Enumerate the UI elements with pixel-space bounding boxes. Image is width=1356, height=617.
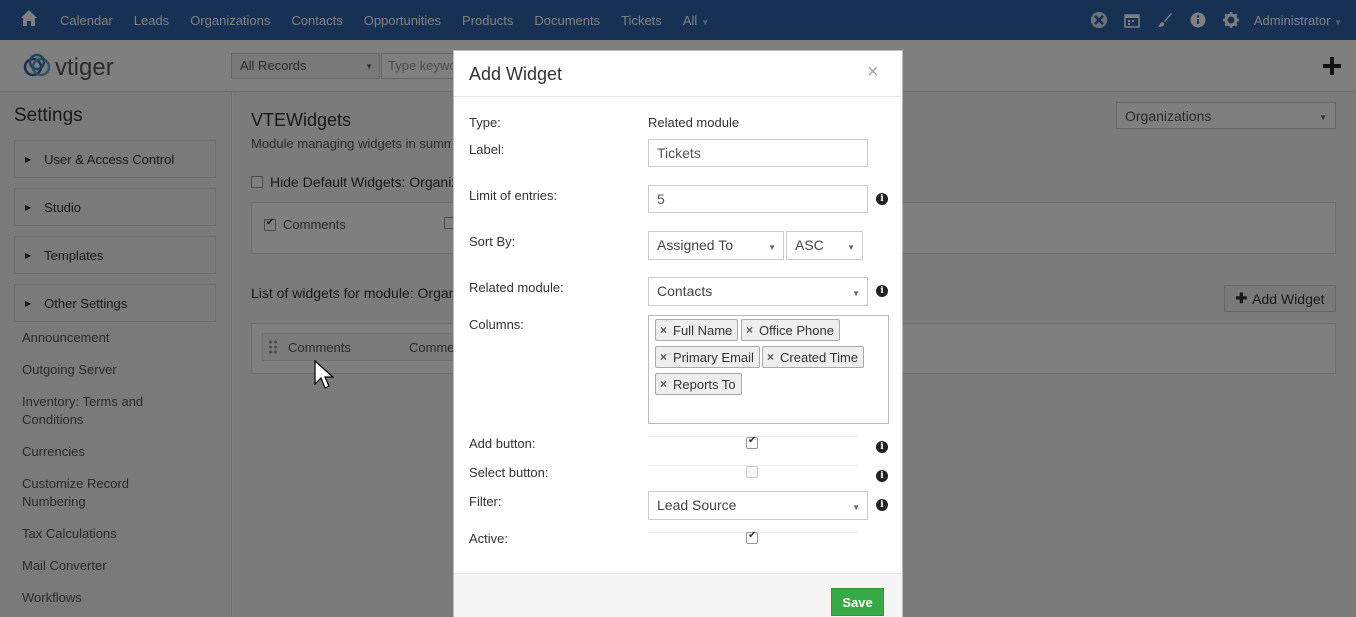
chevron-down-icon: ▼ [852,503,860,512]
remove-tag-icon[interactable]: × [767,350,774,364]
label-input-value: Tickets [657,145,701,161]
columns-label: Columns: [469,317,524,332]
active-label: Active: [469,531,509,546]
chevron-down-icon: ▼ [768,243,776,252]
type-label: Type: [469,115,501,130]
active-checkbox[interactable] [746,530,758,544]
filter-label: Filter: [469,494,502,509]
select-button-checkbox[interactable] [746,466,758,478]
column-tag-label: Full Name [673,322,733,338]
type-value: Related module [648,115,740,130]
limit-input[interactable]: 5 [648,185,868,213]
chevron-down-icon: ▼ [852,289,860,298]
select-button-label: Select button: [469,465,549,480]
chevron-down-icon: ▼ [847,243,855,252]
filter-select[interactable]: Lead Source ▼ [648,491,868,520]
sort-order-select[interactable]: ASC ▼ [786,231,863,260]
column-tag-primary-email: × Primary Email [655,346,760,368]
related-module-value: Contacts [657,283,713,299]
modal-footer: Save [454,573,902,617]
info-icon[interactable]: i [876,441,888,453]
column-tag-created-time: × Created Time [762,346,865,368]
modal-title: Add Widget [469,64,563,84]
column-tag-label: Created Time [780,349,859,365]
info-icon[interactable]: i [876,499,888,511]
close-icon[interactable]: × [867,61,879,84]
limit-input-value: 5 [657,191,665,207]
label-label: Label: [469,142,505,157]
label-input[interactable]: Tickets [648,139,868,167]
info-icon[interactable]: i [876,193,888,205]
sort-order-value: ASC [795,237,824,253]
add-button-checkbox[interactable] [746,435,758,449]
remove-tag-icon[interactable]: × [660,377,667,391]
column-tag-label: Reports To [673,376,736,392]
column-tag-label: Primary Email [673,349,754,365]
remove-tag-icon[interactable]: × [660,350,667,364]
related-module-select[interactable]: Contacts ▼ [648,277,868,306]
limit-label: Limit of entries: [469,188,558,203]
remove-tag-icon[interactable]: × [746,323,753,337]
filter-value: Lead Source [657,497,737,513]
related-module-label: Related module: [469,280,564,295]
sort-label: Sort By: [469,234,516,249]
info-icon[interactable]: i [876,470,888,482]
modal-header: Add Widget × [454,51,902,97]
column-tag-office-phone: × Office Phone [741,319,840,341]
column-tag-full-name: × Full Name [655,319,739,341]
sort-field-value: Assigned To [657,237,734,253]
columns-multiselect[interactable]: × Full Name × Office Phone × Primary Email … [648,315,889,424]
add-button-label: Add button: [469,436,536,451]
sort-field-select[interactable]: Assigned To ▼ [648,231,784,260]
add-widget-modal: Add Widget × Type: Related module Label:… [453,50,903,617]
remove-tag-icon[interactable]: × [660,323,667,337]
mouse-cursor-icon [314,360,334,389]
info-icon[interactable]: i [876,285,888,297]
column-tag-label: Office Phone [759,322,834,338]
save-button[interactable]: Save [831,588,884,616]
column-tag-reports-to: × Reports To [655,373,742,395]
